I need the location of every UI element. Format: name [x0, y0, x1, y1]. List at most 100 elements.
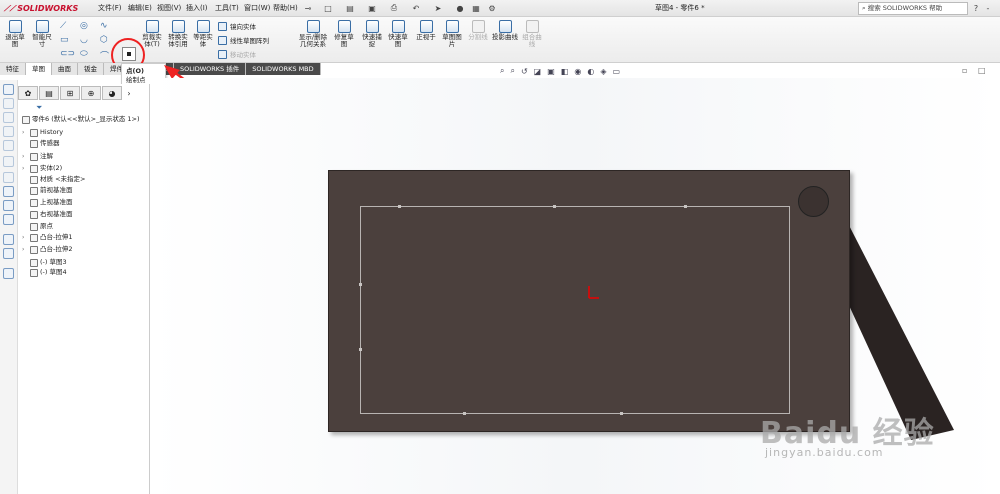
tree-item[interactable]: (-) 草图3: [22, 258, 67, 267]
expand-arrow-icon[interactable]: ›: [22, 233, 28, 242]
open-icon[interactable]: ▤: [344, 2, 356, 14]
toolbar-icon-9[interactable]: [3, 200, 14, 211]
menu-help[interactable]: 帮助(H): [273, 3, 298, 14]
options-icon[interactable]: ⚙: [486, 2, 498, 14]
move-entities-button[interactable]: 移动实体: [218, 49, 256, 59]
arc-icon[interactable]: ◡: [80, 35, 88, 45]
sketch-vertex[interactable]: [463, 412, 466, 415]
select-icon[interactable]: ➤: [432, 2, 444, 14]
toolbar-icon-12[interactable]: [3, 248, 14, 259]
normal-to-button[interactable]: 正视于: [414, 20, 438, 41]
toolbar-icon-8[interactable]: [3, 186, 14, 197]
maximize-icon[interactable]: □: [978, 66, 986, 75]
filter-icon[interactable]: ⏷: [36, 103, 146, 113]
tree-item[interactable]: › 凸台-拉伸1: [22, 233, 72, 242]
tab-features[interactable]: 特征: [0, 63, 26, 75]
hide-show-icon[interactable]: ◉: [574, 67, 581, 76]
view-orientation-icon[interactable]: ▣: [547, 67, 555, 76]
fillet-icon[interactable]: ⌒: [100, 49, 109, 62]
circle-icon[interactable]: ◎: [80, 21, 88, 31]
toolbar-icon-11[interactable]: [3, 234, 14, 245]
toolbar-icon-2[interactable]: [3, 98, 14, 109]
menu-window[interactable]: 窗口(W): [244, 3, 270, 14]
previous-view-icon[interactable]: ↺: [521, 67, 528, 76]
toolbar-icon-4[interactable]: [3, 126, 14, 137]
restore-icon[interactable]: ▫: [962, 66, 967, 75]
tree-item[interactable]: › 注解: [22, 152, 53, 161]
dimxpert-tab-icon[interactable]: ⊕: [81, 86, 101, 100]
toolbar-icon-5[interactable]: [3, 140, 14, 151]
slot-icon[interactable]: ⊂⊃: [60, 49, 75, 59]
exit-sketch-button[interactable]: 退出草图: [4, 20, 26, 48]
smart-dimension-button[interactable]: 智能尺寸: [30, 20, 54, 48]
sketch-picture-button[interactable]: 草图图片: [440, 20, 464, 48]
display-style-icon[interactable]: ◧: [561, 67, 569, 76]
save-icon[interactable]: ▣: [366, 2, 378, 14]
menu-view[interactable]: 视图(V): [157, 3, 181, 14]
expand-arrow-icon[interactable]: ›: [22, 245, 28, 254]
configuration-tab-icon[interactable]: ⊞: [60, 86, 80, 100]
offset-entities-button[interactable]: 等距实体: [192, 20, 214, 48]
zoom-fit-icon[interactable]: ⌕: [500, 66, 504, 76]
file-properties-icon[interactable]: ▦: [470, 2, 482, 14]
tree-item[interactable]: › 凸台-拉伸2: [22, 245, 72, 254]
section-view-icon[interactable]: ◪: [534, 67, 542, 76]
split-line-button[interactable]: 分割线: [466, 20, 490, 41]
pin-icon[interactable]: ⊸: [302, 2, 314, 14]
mirror-entities-button[interactable]: 镜向实体: [218, 21, 256, 31]
solidworks-logo[interactable]: ⟋⟋ SOLIDWORKS: [4, 2, 84, 15]
quick-snaps-button[interactable]: 快速捕捉: [360, 20, 384, 48]
sketch-rectangle[interactable]: [360, 206, 790, 414]
print-icon[interactable]: ⎙: [388, 2, 400, 14]
projected-curve-button[interactable]: 投影曲线: [492, 20, 518, 41]
toolbar-icon-1[interactable]: [3, 84, 14, 95]
spline-icon[interactable]: ∿: [100, 21, 108, 31]
linear-pattern-button[interactable]: 线性草图阵列: [218, 35, 269, 45]
display-manager-tab-icon[interactable]: ◕: [102, 86, 122, 100]
convert-entities-button[interactable]: 转换实体引用: [166, 20, 190, 48]
repair-sketch-button[interactable]: 修复草图: [332, 20, 356, 48]
tree-item[interactable]: (-) 草图4: [22, 268, 67, 277]
toolbar-icon-6[interactable]: [3, 156, 14, 167]
tree-item[interactable]: › History: [22, 128, 63, 137]
tree-item[interactable]: 右视基准面: [22, 210, 73, 219]
sketch-vertex[interactable]: [620, 412, 623, 415]
sketch-vertex[interactable]: [359, 283, 362, 286]
tree-root[interactable]: 零件6 (默认<<默认>_显示状态 1>): [22, 115, 140, 124]
expand-panel-icon[interactable]: ›: [123, 86, 135, 100]
new-doc-icon[interactable]: □: [322, 2, 334, 14]
tab-sheet-metal[interactable]: 钣金: [78, 63, 104, 75]
tree-item[interactable]: 前视基准面: [22, 186, 73, 195]
toolbar-icon-10[interactable]: [3, 214, 14, 225]
edit-appearance-icon[interactable]: ◐: [587, 67, 594, 76]
help-button[interactable]: ?: [970, 2, 982, 14]
expand-arrow-icon[interactable]: ›: [22, 128, 28, 137]
property-manager-tab-icon[interactable]: ▤: [39, 86, 59, 100]
tree-item[interactable]: 原点: [22, 222, 53, 231]
expand-arrow-icon[interactable]: ›: [22, 152, 28, 161]
tree-item[interactable]: › 实体(2): [22, 164, 62, 173]
sketch-vertex[interactable]: [398, 205, 401, 208]
composite-curve-button[interactable]: 组合曲线: [520, 20, 544, 48]
toolbar-icon-7[interactable]: [3, 172, 14, 183]
trim-entities-button[interactable]: 剪裁实体(T): [140, 20, 164, 48]
menu-insert[interactable]: 插入(I): [186, 3, 208, 14]
help-search-input[interactable]: ⌕ 搜索 SOLIDWORKS 帮助: [858, 2, 968, 15]
feature-tree-tab-icon[interactable]: ✿: [18, 86, 38, 100]
sketch-vertex[interactable]: [359, 348, 362, 351]
tab-mbd[interactable]: SOLIDWORKS MBD: [246, 63, 321, 75]
toolbar-icon-13[interactable]: [3, 268, 14, 279]
cylinder-boss[interactable]: [798, 186, 829, 217]
tab-sketch[interactable]: 草图: [26, 63, 52, 75]
tab-surfaces[interactable]: 曲面: [52, 63, 78, 75]
tree-item[interactable]: 上视基准面: [22, 198, 73, 207]
rectangle-icon[interactable]: ▭: [60, 35, 69, 45]
menu-tools[interactable]: 工具(T): [215, 3, 239, 14]
view-settings-icon[interactable]: ▭: [612, 67, 620, 76]
menu-file[interactable]: 文件(F): [98, 3, 122, 14]
minimize-button[interactable]: -: [982, 2, 994, 14]
tree-item[interactable]: 传感器: [22, 139, 60, 148]
undo-icon[interactable]: ↶: [410, 2, 422, 14]
polygon-icon[interactable]: ⬡: [100, 35, 108, 45]
display-relations-button[interactable]: 显示/删除几何关系: [296, 20, 330, 48]
